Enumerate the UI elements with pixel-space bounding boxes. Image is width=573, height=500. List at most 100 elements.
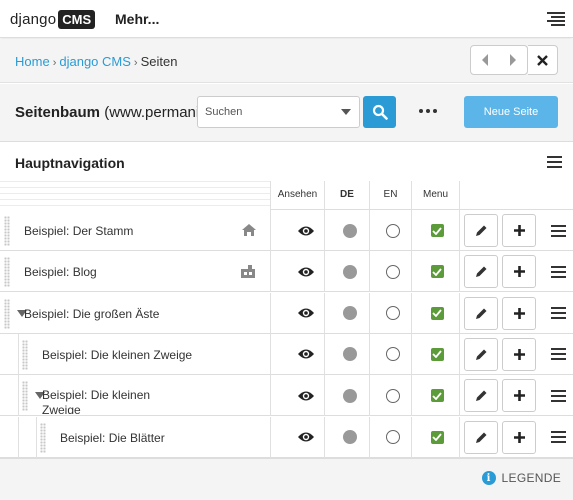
legend-button[interactable]: i LEGENDE	[481, 471, 561, 485]
page-title[interactable]: Beispiel: Blog	[24, 265, 97, 279]
more-options-icon[interactable]	[419, 109, 437, 113]
edit-button[interactable]	[464, 420, 498, 454]
django-cms-logo[interactable]: django CMS	[10, 9, 96, 29]
row-menu-icon[interactable]	[550, 224, 566, 237]
row-menu-cell	[550, 210, 566, 251]
language-status-icon[interactable]	[343, 306, 357, 321]
close-button[interactable]	[528, 45, 558, 75]
drag-handle[interactable]	[4, 298, 10, 329]
column-divider	[459, 333, 460, 375]
add-child-button[interactable]	[502, 214, 536, 247]
status-de[interactable]	[330, 334, 370, 375]
pencil-icon	[475, 266, 486, 278]
chevron-down-icon[interactable]	[341, 109, 351, 115]
back-button[interactable]	[471, 46, 499, 74]
breadcrumb-home[interactable]: Home	[15, 54, 50, 69]
row-menu-icon[interactable]	[550, 389, 566, 402]
eye-icon	[298, 432, 314, 442]
add-child-button[interactable]	[502, 420, 536, 454]
in-menu-checkbox[interactable]	[417, 334, 457, 375]
in-menu-checkbox[interactable]	[417, 251, 457, 292]
eye-icon	[298, 349, 314, 359]
status-en[interactable]	[373, 251, 413, 292]
edit-button[interactable]	[464, 255, 498, 289]
in-menu-checkbox[interactable]	[417, 417, 457, 458]
preview-button[interactable]	[286, 417, 326, 458]
add-child-button[interactable]	[502, 296, 536, 330]
add-cell	[502, 251, 536, 292]
status-de[interactable]	[330, 210, 370, 251]
language-status-icon[interactable]	[343, 388, 357, 403]
toolbar-menu-icon[interactable]	[547, 12, 565, 26]
page-title[interactable]: Beispiel: Die kleinen Zweige	[42, 388, 182, 414]
history-nav	[470, 45, 528, 75]
status-de[interactable]	[330, 251, 370, 292]
column-lang-en: EN	[383, 189, 398, 200]
checkmark-icon[interactable]	[430, 389, 444, 403]
edit-button[interactable]	[464, 337, 498, 371]
row-menu-icon[interactable]	[550, 431, 566, 443]
language-status-icon[interactable]	[386, 223, 400, 238]
drag-handle[interactable]	[4, 216, 10, 246]
status-de[interactable]	[330, 417, 370, 458]
language-status-icon[interactable]	[343, 264, 357, 279]
drag-handle[interactable]	[22, 381, 28, 412]
checkmark-icon[interactable]	[430, 306, 444, 320]
search-button[interactable]	[363, 96, 396, 128]
language-status-icon[interactable]	[386, 306, 400, 321]
edit-cell	[464, 210, 498, 251]
page-title[interactable]: Beispiel: Die kleinen Zweige	[42, 348, 192, 362]
in-menu-checkbox[interactable]	[417, 375, 457, 416]
status-en[interactable]	[373, 417, 413, 458]
language-status-icon[interactable]	[343, 223, 357, 238]
status-en[interactable]	[373, 293, 413, 334]
status-de[interactable]	[330, 375, 370, 416]
preview-button[interactable]	[286, 334, 326, 375]
checkmark-icon[interactable]	[430, 430, 444, 444]
row-menu-icon[interactable]	[550, 307, 566, 320]
status-en[interactable]	[373, 210, 413, 251]
add-child-button[interactable]	[502, 379, 536, 413]
status-de[interactable]	[330, 293, 370, 334]
preview-button[interactable]	[286, 293, 326, 334]
row-menu-cell	[550, 375, 566, 416]
checkmark-icon[interactable]	[430, 224, 444, 237]
page-title[interactable]: Beispiel: Die großen Äste	[24, 307, 159, 321]
language-status-icon[interactable]	[386, 430, 400, 444]
edit-button[interactable]	[464, 379, 498, 413]
in-menu-checkbox[interactable]	[417, 293, 457, 334]
edit-button[interactable]	[464, 296, 498, 330]
forward-button[interactable]	[499, 46, 527, 74]
language-status-icon[interactable]	[386, 264, 400, 279]
in-menu-checkbox[interactable]	[417, 210, 457, 251]
search-input[interactable]	[198, 97, 333, 127]
status-en[interactable]	[373, 334, 413, 375]
page-title[interactable]: Beispiel: Die Blätter	[60, 431, 165, 445]
page-title[interactable]: Beispiel: Der Stamm	[24, 224, 133, 238]
preview-button[interactable]	[286, 210, 326, 251]
language-status-icon[interactable]	[343, 347, 357, 362]
checkmark-icon[interactable]	[430, 347, 444, 361]
language-status-icon[interactable]	[343, 430, 357, 444]
pencil-icon	[475, 432, 486, 443]
section-menu-icon[interactable]	[547, 156, 562, 168]
preview-button[interactable]	[286, 375, 326, 416]
row-menu-icon[interactable]	[550, 348, 566, 361]
drag-handle[interactable]	[22, 339, 28, 370]
drag-handle[interactable]	[4, 257, 10, 288]
language-status-icon[interactable]	[386, 347, 400, 362]
column-view: Ansehen	[277, 189, 318, 200]
add-child-button[interactable]	[502, 337, 536, 371]
new-page-button[interactable]: Neue Seite	[464, 96, 558, 128]
edit-button[interactable]	[464, 214, 498, 247]
checkmark-icon[interactable]	[430, 265, 444, 279]
status-en[interactable]	[373, 375, 413, 416]
preview-button[interactable]	[286, 251, 326, 292]
drag-handle[interactable]	[40, 422, 46, 453]
add-child-button[interactable]	[502, 255, 536, 289]
row-menu-icon[interactable]	[550, 265, 566, 278]
breadcrumb-django-cms[interactable]: django CMS	[59, 54, 131, 69]
language-status-icon[interactable]	[386, 388, 400, 403]
search-field[interactable]	[197, 96, 360, 128]
more-menu[interactable]: Mehr...	[115, 11, 159, 27]
